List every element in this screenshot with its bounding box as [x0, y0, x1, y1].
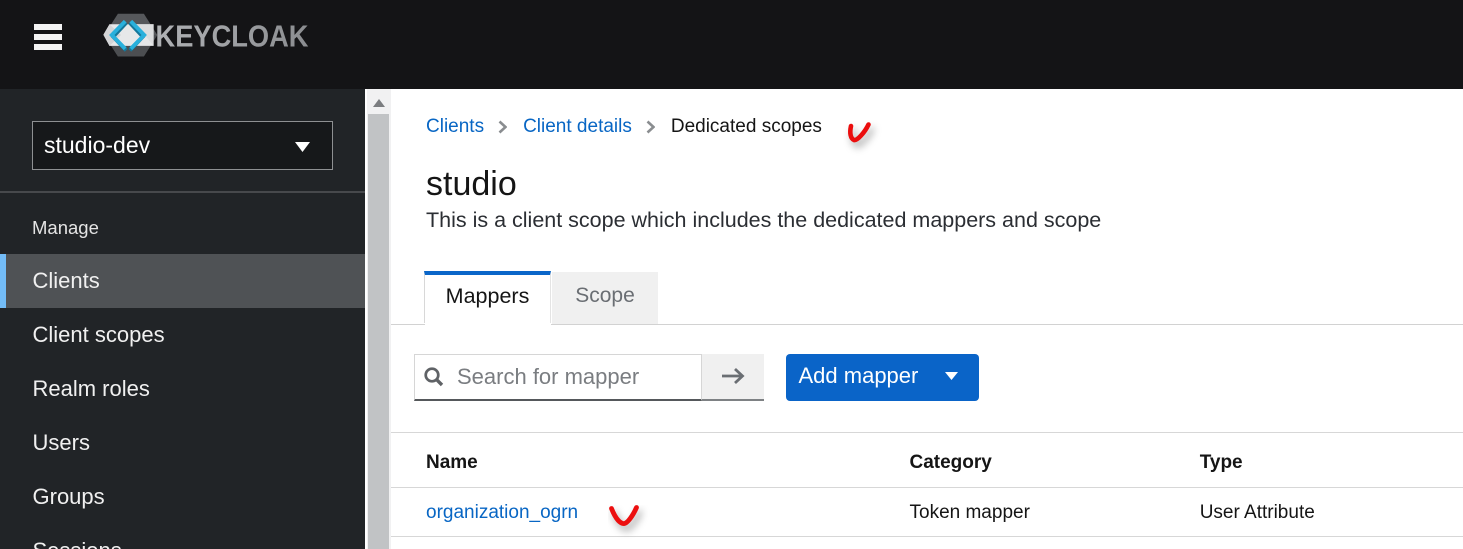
- svg-text:KEYCLOAK: KEYCLOAK: [156, 18, 310, 53]
